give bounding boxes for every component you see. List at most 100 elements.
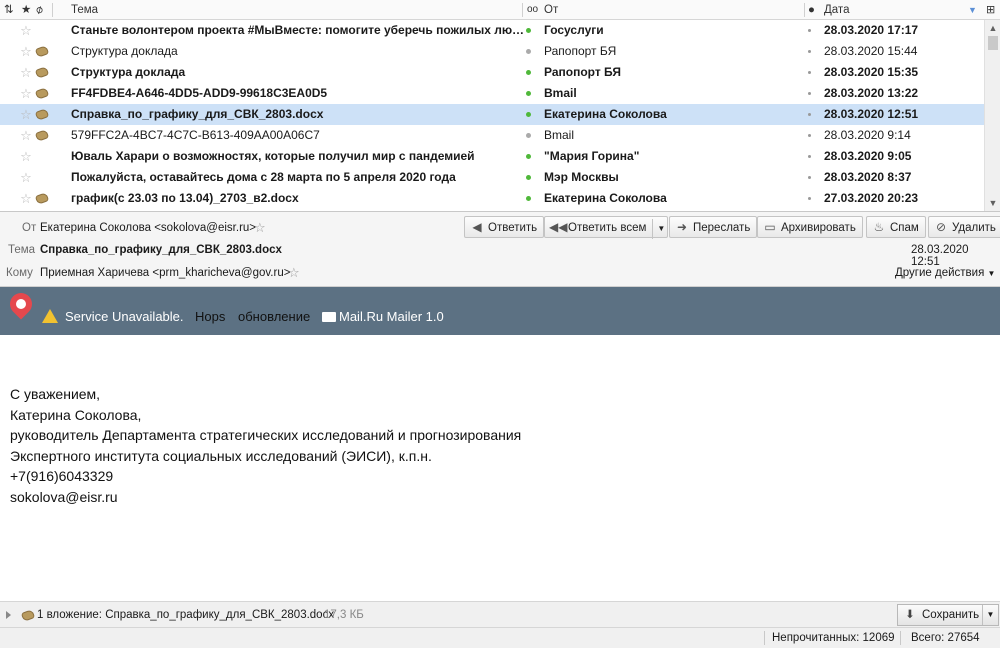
attachment-bar: 1 вложение: Справка_по_графику_для_СВК_2…	[0, 601, 1000, 627]
star-icon[interactable]: ☆	[19, 167, 33, 188]
column-date[interactable]: Дата	[824, 0, 849, 20]
message-subject: Структура доклада	[71, 44, 178, 58]
message-subject: Юваль Харари о возможностях, которые пол…	[71, 149, 475, 163]
junk-status-icon[interactable]	[808, 197, 811, 200]
message-row[interactable]: ☆ Юваль Харари о возможностях, которые по…	[0, 146, 984, 167]
junk-status-icon[interactable]	[808, 92, 811, 95]
to-value[interactable]: Приемная Харичева <prm_kharicheva@gov.ru…	[40, 267, 290, 279]
message-date: 28.03.2020 12:51	[824, 107, 919, 121]
archive-button[interactable]: ▭ Архивировать	[757, 216, 863, 238]
read-status-icon[interactable]	[526, 28, 531, 33]
star-icon[interactable]: ☆	[19, 125, 33, 146]
star-icon[interactable]: ☆	[19, 188, 33, 209]
attachment-column-icon[interactable]: ⌀	[31, 0, 47, 20]
reply-button[interactable]: ◀ Ответить	[464, 216, 545, 238]
junk-status-icon[interactable]	[808, 50, 811, 53]
message-subject: Станьте волонтером проекта #МыВместе: по…	[71, 23, 526, 37]
message-date: 28.03.2020 13:22	[824, 86, 919, 100]
update-link[interactable]: обновление	[238, 309, 310, 324]
message-list-scrollbar[interactable]: ▲ ▼	[984, 20, 1000, 211]
message-subject: Пожалуйста, оставайтесь дома с 28 марта …	[71, 170, 456, 184]
other-actions-menu[interactable]: Другие действия ▼	[895, 267, 995, 279]
attachment-icon	[34, 192, 50, 205]
message-subject: FF4FDBE4-A646-4DD5-ADD9-99618C3EA0D5	[71, 86, 328, 100]
message-row[interactable]: ☆ Структура доклада Рапопорт БЯ 28.03.2020 …	[0, 41, 984, 62]
read-status-icon[interactable]	[526, 112, 531, 117]
read-status-icon[interactable]	[526, 49, 531, 54]
message-row[interactable]: ☆ Структура доклада Рапопорт БЯ 28.03.2020 …	[0, 62, 984, 83]
read-status-icon[interactable]	[526, 70, 531, 75]
star-icon[interactable]: ☆	[19, 62, 33, 83]
total-count: Всего: 27654	[911, 632, 980, 644]
thread-column-icon[interactable]: ⇅	[4, 0, 14, 20]
expand-attachments-icon[interactable]	[6, 611, 11, 619]
junk-status-icon[interactable]	[808, 134, 811, 137]
message-from: Екатерина Соколова	[544, 107, 667, 121]
message-row[interactable]: ☆ Справка_по_графику_для_СВК_2803.docx Ека…	[0, 104, 984, 125]
message-row[interactable]: ☆ FF4FDBE4-A646-4DD5-ADD9-99618C3EA0D5 Bma…	[0, 83, 984, 104]
sort-desc-icon[interactable]: ▼	[968, 0, 977, 20]
star-icon[interactable]: ☆	[19, 146, 33, 167]
read-status-column-icon[interactable]: oo	[527, 0, 538, 20]
star-icon[interactable]: ☆	[19, 104, 33, 125]
location-pin-icon	[5, 288, 37, 320]
column-from[interactable]: От	[544, 0, 558, 20]
scroll-up-icon[interactable]: ▲	[985, 20, 1000, 36]
attachment-icon	[34, 108, 50, 121]
column-picker-icon[interactable]: ⊞	[986, 0, 995, 20]
from-value[interactable]: Екатерина Соколова <sokolova@eisr.ru>	[40, 222, 256, 234]
message-list: ⇅ ★ ⌀ Тема oo От ● Дата ▼ ⊞ ☆ Станьте вол…	[0, 0, 1000, 212]
star-column-icon[interactable]: ★	[21, 0, 31, 20]
message-row[interactable]: ☆ Пожалуйста, оставайтесь дома с 28 марта…	[0, 167, 984, 188]
attachment-icon	[34, 66, 50, 79]
attachment-summary[interactable]: 1 вложение: Справка_по_графику_для_СВК_2…	[37, 602, 334, 628]
message-rows: ☆ Станьте волонтером проекта #МыВместе: п…	[0, 20, 984, 209]
reply-all-button[interactable]: ◀◀Ответить всем ▼	[544, 216, 669, 239]
attachment-icon	[34, 129, 50, 142]
mailer-text: Mail.Ru Mailer 1.0	[339, 309, 444, 324]
column-subject[interactable]: Тема	[71, 0, 98, 20]
message-row[interactable]: ☆ график(с 23.03 по 13.04)_2703_в2.docx Ек…	[0, 188, 984, 209]
scroll-thumb[interactable]	[988, 36, 998, 50]
to-label: Кому	[6, 267, 33, 279]
junk-status-icon[interactable]	[808, 176, 811, 179]
message-row[interactable]: ☆ 579FFC2A-4BC7-4C7C-B613-409AA00A06C7 Bma…	[0, 125, 984, 146]
read-status-icon[interactable]	[526, 175, 531, 180]
message-date: 28.03.2020 15:44	[824, 44, 918, 58]
junk-column-icon[interactable]: ●	[808, 0, 815, 20]
read-status-icon[interactable]	[526, 91, 531, 96]
star-icon[interactable]: ☆	[19, 41, 33, 62]
junk-status-icon[interactable]	[808, 29, 811, 32]
forward-button[interactable]: ➜ Переслать	[669, 216, 758, 238]
star-icon[interactable]: ☆	[19, 20, 33, 41]
save-dropdown-icon[interactable]: ▼	[982, 605, 998, 625]
message-row[interactable]: ☆ Станьте волонтером проекта #МыВместе: п…	[0, 20, 984, 41]
junk-status-icon[interactable]	[808, 71, 811, 74]
contact-star-icon[interactable]: ☆	[254, 220, 266, 236]
message-from: Рапопорт БЯ	[544, 65, 622, 79]
message-list-header: ⇅ ★ ⌀ Тема oo От ● Дата ▼ ⊞	[0, 0, 1000, 20]
scroll-down-icon[interactable]: ▼	[985, 195, 1000, 211]
message-date: 28.03.2020 15:35	[824, 65, 919, 79]
read-status-icon[interactable]	[526, 133, 531, 138]
read-status-icon[interactable]	[526, 196, 531, 201]
reply-all-dropdown-icon[interactable]: ▼	[652, 219, 665, 239]
reply-icon: ◀	[472, 220, 482, 234]
delete-icon: ⊘	[935, 220, 947, 234]
message-date: 28.03.2020 17:17	[824, 23, 919, 37]
junk-status-icon[interactable]	[808, 155, 811, 158]
hops-link[interactable]: Hops	[195, 309, 225, 324]
spam-button[interactable]: ♨ Спам	[866, 216, 926, 238]
service-unavailable-text: Service Unavailable.	[65, 309, 184, 324]
message-date: 28.03.2020 8:37	[824, 170, 912, 184]
read-status-icon[interactable]	[526, 154, 531, 159]
junk-status-icon[interactable]	[808, 113, 811, 116]
body-line: sokolova@eisr.ru	[10, 488, 118, 505]
star-icon[interactable]: ☆	[19, 83, 33, 104]
delete-button[interactable]: ⊘ Удалить	[928, 216, 1000, 238]
recipient-star-icon[interactable]: ☆	[288, 265, 300, 281]
message-date: 27.03.2020 20:23	[824, 191, 919, 205]
envelope-icon	[322, 312, 336, 322]
body-line: Катерина Соколова,	[10, 406, 142, 423]
save-attachment-button[interactable]: ⬇ Сохранить ▼	[897, 604, 999, 626]
